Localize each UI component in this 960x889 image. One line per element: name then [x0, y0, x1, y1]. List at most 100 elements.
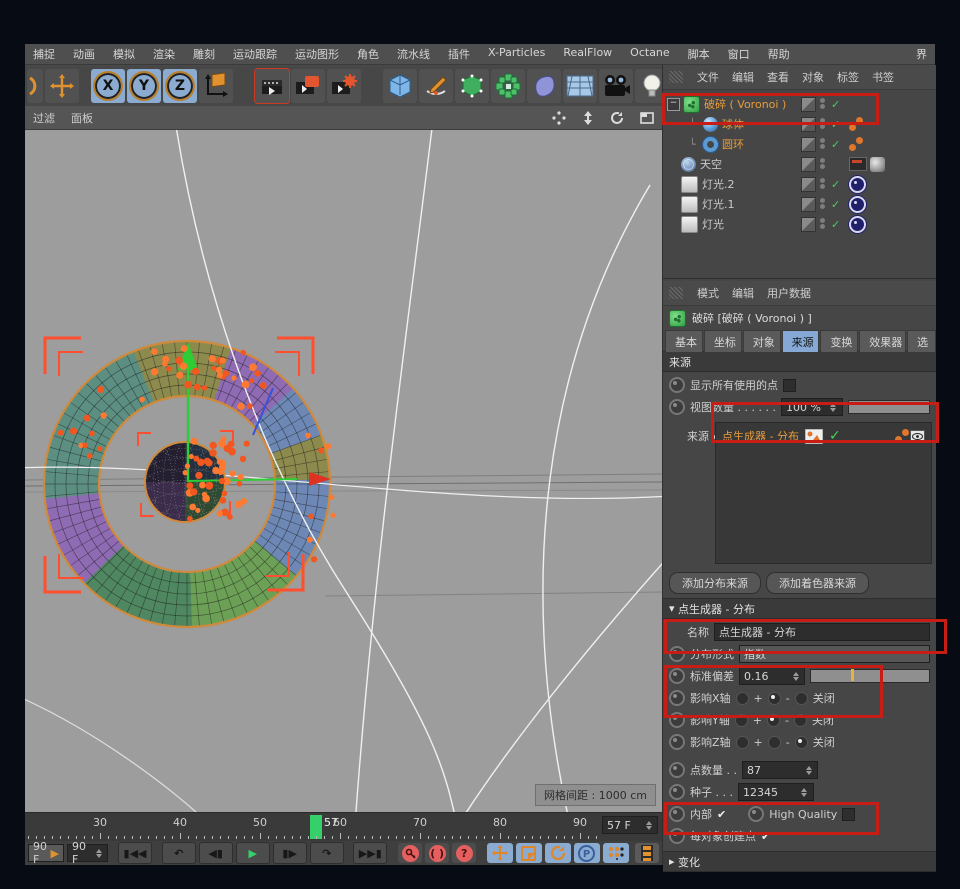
view-count-slider[interactable]: [848, 400, 930, 414]
param-circle-icon[interactable]: [669, 762, 685, 778]
menu-item-插件[interactable]: 插件: [448, 46, 470, 62]
om-menu-书签[interactable]: 书签: [872, 69, 894, 85]
enabled-check-icon[interactable]: ✓: [831, 218, 840, 231]
layer-toggle-icon[interactable]: [801, 157, 816, 172]
stepper-icon[interactable]: [791, 668, 800, 684]
tab-基本[interactable]: 基本: [665, 330, 703, 352]
expand-icon[interactable]: −: [667, 98, 680, 111]
show-all-points-checkbox[interactable]: [783, 379, 796, 392]
param-circle-icon[interactable]: [669, 377, 685, 393]
layer-toggle-icon[interactable]: [801, 197, 816, 212]
render-view-button[interactable]: [255, 69, 289, 103]
axis-off-radio[interactable]: [794, 714, 807, 727]
target-tag-icon[interactable]: [849, 196, 866, 213]
matrix-tag-icon[interactable]: [849, 137, 863, 151]
param-circle-icon[interactable]: [669, 806, 685, 822]
menu-item-模拟[interactable]: 模拟: [113, 46, 135, 62]
viewport-menu-过滤[interactable]: 过滤: [33, 110, 55, 126]
matrix-tag-icon[interactable]: [849, 117, 863, 131]
prev-frame-button[interactable]: ◀▮: [199, 842, 233, 864]
param-circle-icon[interactable]: [669, 784, 685, 800]
param-circle-icon[interactable]: [669, 399, 685, 415]
tab-来源[interactable]: 来源: [782, 330, 820, 352]
enabled-check-icon[interactable]: ✓: [829, 428, 841, 444]
visibility-dots-icon[interactable]: [820, 137, 826, 151]
spline-pen-button[interactable]: [419, 69, 453, 103]
axis-plus-radio[interactable]: [736, 692, 749, 705]
section-source[interactable]: 来源: [663, 351, 936, 372]
menu-item-窗口[interactable]: 窗口: [728, 46, 750, 62]
layer-toggle-icon[interactable]: [801, 97, 816, 112]
distribution-dropdown[interactable]: 指数: [739, 645, 930, 663]
tab-对象[interactable]: 对象: [743, 330, 781, 352]
viewport-rotate-icon[interactable]: [610, 111, 624, 125]
stepper-icon[interactable]: [804, 762, 813, 778]
array-generator-button[interactable]: [491, 69, 525, 103]
target-tag-icon[interactable]: [849, 176, 866, 193]
prev-key-button[interactable]: ↶: [162, 842, 196, 864]
stepper-icon[interactable]: [800, 784, 809, 800]
deformer-button[interactable]: [527, 69, 561, 103]
high-quality-checkbox[interactable]: [842, 808, 855, 821]
timeline-film-button[interactable]: [635, 843, 659, 863]
interior-checkbox[interactable]: ✔: [717, 808, 726, 821]
next-key-button[interactable]: ↷: [310, 842, 344, 864]
visibility-dots-icon[interactable]: [820, 217, 826, 231]
viewport-maximize-icon[interactable]: [640, 112, 654, 124]
key-pla-button[interactable]: [603, 843, 629, 863]
coordinate-system-button[interactable]: [199, 69, 233, 103]
source-list-item[interactable]: 点生成器 - 分布 ✓: [716, 423, 931, 449]
name-field[interactable]: 点生成器 - 分布: [714, 623, 930, 641]
menu-item-渲染[interactable]: 渲染: [153, 46, 175, 62]
menu-item-动画[interactable]: 动画: [73, 46, 95, 62]
render-to-picture-viewer-button[interactable]: [291, 69, 325, 103]
enabled-check-icon[interactable]: ✓: [831, 98, 840, 111]
visibility-dots-icon[interactable]: [820, 177, 826, 191]
key-parameter-button[interactable]: P: [574, 843, 600, 863]
object-name[interactable]: 球体: [722, 116, 744, 132]
object-name[interactable]: 灯光.1: [702, 196, 735, 212]
subdivision-surface-button[interactable]: [455, 69, 489, 103]
keyframe-help-button[interactable]: ?: [452, 843, 476, 863]
om-menu-文件[interactable]: 文件: [697, 69, 719, 85]
rotate-tool-icon[interactable]: [27, 69, 43, 103]
param-circle-icon[interactable]: [669, 828, 685, 844]
enabled-check-icon[interactable]: ✓: [831, 138, 840, 151]
tab-选[interactable]: 选: [907, 330, 936, 352]
floor-environment-button[interactable]: [563, 69, 597, 103]
layer-toggle-icon[interactable]: [801, 137, 816, 152]
object-name[interactable]: 天空: [700, 156, 722, 172]
axis-minus-radio[interactable]: [768, 736, 781, 749]
object-name[interactable]: 圆环: [722, 136, 744, 152]
menu-item-捕捉[interactable]: 捕捉: [33, 46, 55, 62]
menu-item-流水线[interactable]: 流水线: [397, 46, 430, 62]
goto-end-button[interactable]: ▶▶▮: [353, 842, 387, 864]
attr-menu-模式[interactable]: 模式: [697, 285, 719, 301]
autokey-button[interactable]: ( ): [425, 843, 449, 863]
attr-menu-用户数据[interactable]: 用户数据: [767, 285, 811, 301]
param-circle-icon[interactable]: [669, 690, 685, 706]
play-button[interactable]: ▶: [236, 842, 270, 864]
menu-item-Octane[interactable]: Octane: [630, 46, 670, 62]
om-menu-编辑[interactable]: 编辑: [732, 69, 754, 85]
view-count-field[interactable]: 100 %: [781, 398, 843, 416]
visibility-dots-icon[interactable]: [820, 117, 826, 131]
eye-tag-icon[interactable]: [910, 430, 925, 443]
range-end-field[interactable]: 90 F: [67, 844, 108, 862]
viewport-canvas[interactable]: 网格间距 : 1000 cm: [25, 130, 662, 812]
panel-grip-icon[interactable]: [669, 71, 683, 83]
object-row-天空[interactable]: 天空: [663, 154, 940, 174]
menu-item-X-Particles[interactable]: X-Particles: [488, 46, 545, 62]
object-row-圆环[interactable]: └圆环✓: [663, 134, 960, 154]
layer-toggle-icon[interactable]: [801, 177, 816, 192]
param-circle-icon[interactable]: [748, 806, 764, 822]
add-shader-source-button[interactable]: 添加着色器来源: [766, 572, 869, 594]
tab-坐标[interactable]: 坐标: [704, 330, 742, 352]
lock-x-axis-button[interactable]: X: [91, 69, 125, 103]
timeline-ruler[interactable]: 57 57 F 30405060708090: [25, 812, 662, 841]
stddev-field[interactable]: 0.16: [739, 667, 805, 685]
key-position-button[interactable]: [487, 843, 513, 863]
section-point-generator[interactable]: ▾ 点生成器 - 分布: [663, 598, 936, 619]
menu-item-运动跟踪[interactable]: 运动跟踪: [233, 46, 277, 62]
stepper-icon[interactable]: [644, 817, 653, 833]
